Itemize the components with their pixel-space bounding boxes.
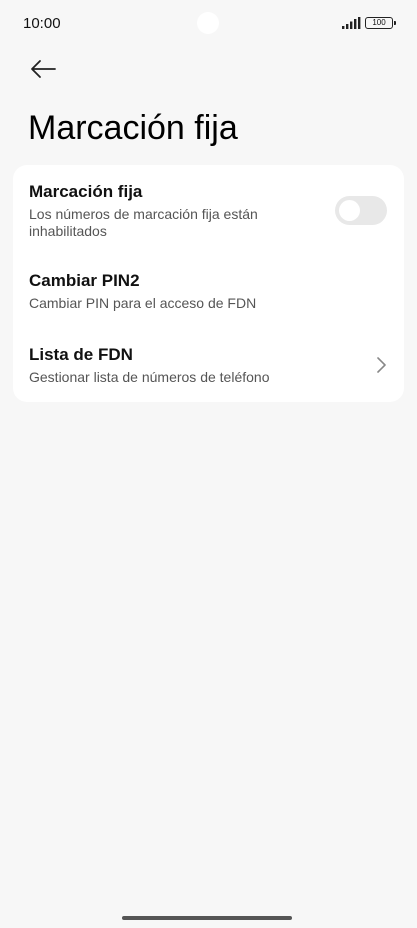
change-pin2-item[interactable]: Cambiar PIN2 Cambiar PIN para el acceso … [13,252,404,322]
home-indicator[interactable] [122,916,292,920]
toggle-knob [339,200,360,221]
change-pin2-title: Cambiar PIN2 [29,271,140,290]
chevron-right-icon [377,357,386,373]
change-pin2-subtitle: Cambiar PIN para el acceso de FDN [29,295,257,311]
status-bar: 10:00 100 [0,0,417,50]
fdn-list-title: Lista de FDN [29,345,133,364]
fdn-setting-item[interactable]: Marcación fija Los números de marcación … [13,165,404,252]
signal-bars-icon [342,17,361,29]
fdn-list-item[interactable]: Lista de FDN Gestionar lista de números … [13,335,404,402]
fdn-toggle[interactable] [335,196,387,225]
page-title: Marcación fija [28,109,238,147]
fdn-subtitle: Los números de marcación fija están inha… [29,206,258,239]
back-button[interactable] [26,54,60,84]
battery-icon: 100 [365,17,396,29]
battery-tip [394,21,396,25]
fdn-list-subtitle: Gestionar lista de números de teléfono [29,369,270,385]
battery-level: 100 [365,17,393,29]
arrow-left-icon [31,60,56,78]
settings-card: Marcación fija Los números de marcación … [13,165,404,402]
camera-cutout [197,12,219,34]
status-time: 10:00 [23,15,61,32]
fdn-title: Marcación fija [29,182,143,201]
